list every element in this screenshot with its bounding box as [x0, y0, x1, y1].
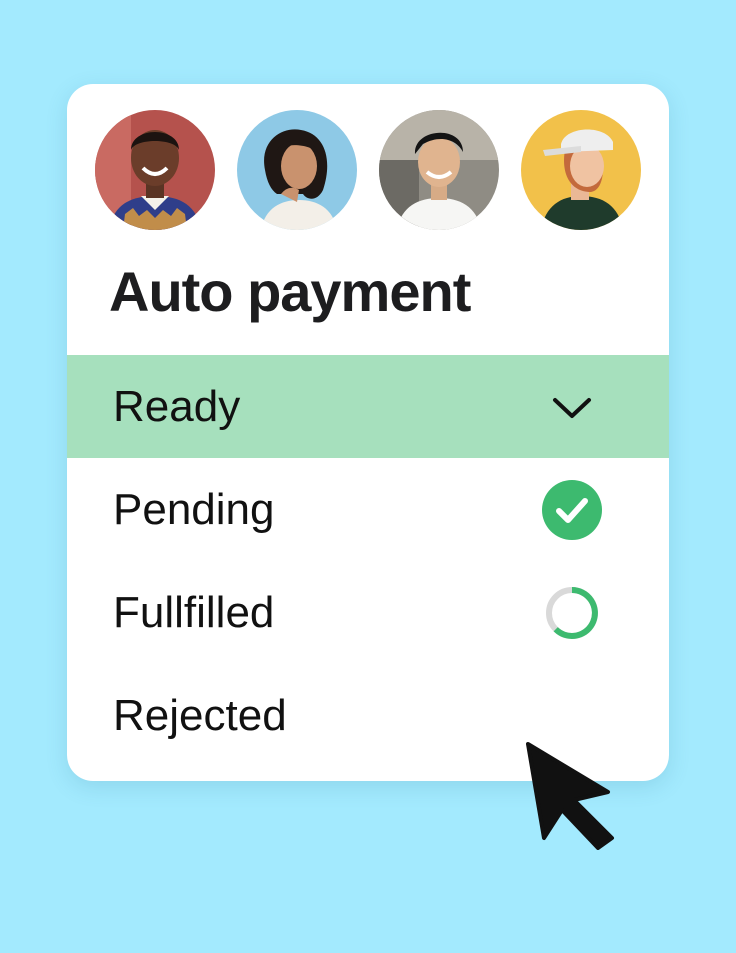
avatar-group	[95, 110, 641, 232]
page-title: Auto payment	[109, 260, 471, 323]
status-option-label: Fullfilled	[113, 588, 275, 637]
status-option-label: Pending	[113, 485, 275, 534]
status-option-label: Rejected	[113, 691, 287, 740]
user-avatar-4[interactable]	[521, 110, 641, 230]
chevron-down-icon[interactable]	[541, 376, 603, 438]
status-option-label: Ready	[113, 382, 241, 431]
user-avatar-2[interactable]	[237, 110, 357, 230]
status-option-pending[interactable]: Pending	[67, 458, 669, 561]
check-circle-icon	[541, 479, 603, 541]
progress-ring-icon	[541, 582, 603, 644]
auto-payment-card: Auto payment Ready Pending Fullfilled Re…	[67, 84, 669, 781]
status-option-ready[interactable]: Ready	[67, 355, 669, 458]
mouse-pointer-icon	[520, 740, 620, 850]
user-avatar-3[interactable]	[379, 110, 499, 230]
status-dropdown-list: Ready Pending Fullfilled Rejected	[67, 355, 669, 767]
status-option-fullfilled[interactable]: Fullfilled	[67, 561, 669, 664]
user-avatar-1[interactable]	[95, 110, 215, 230]
